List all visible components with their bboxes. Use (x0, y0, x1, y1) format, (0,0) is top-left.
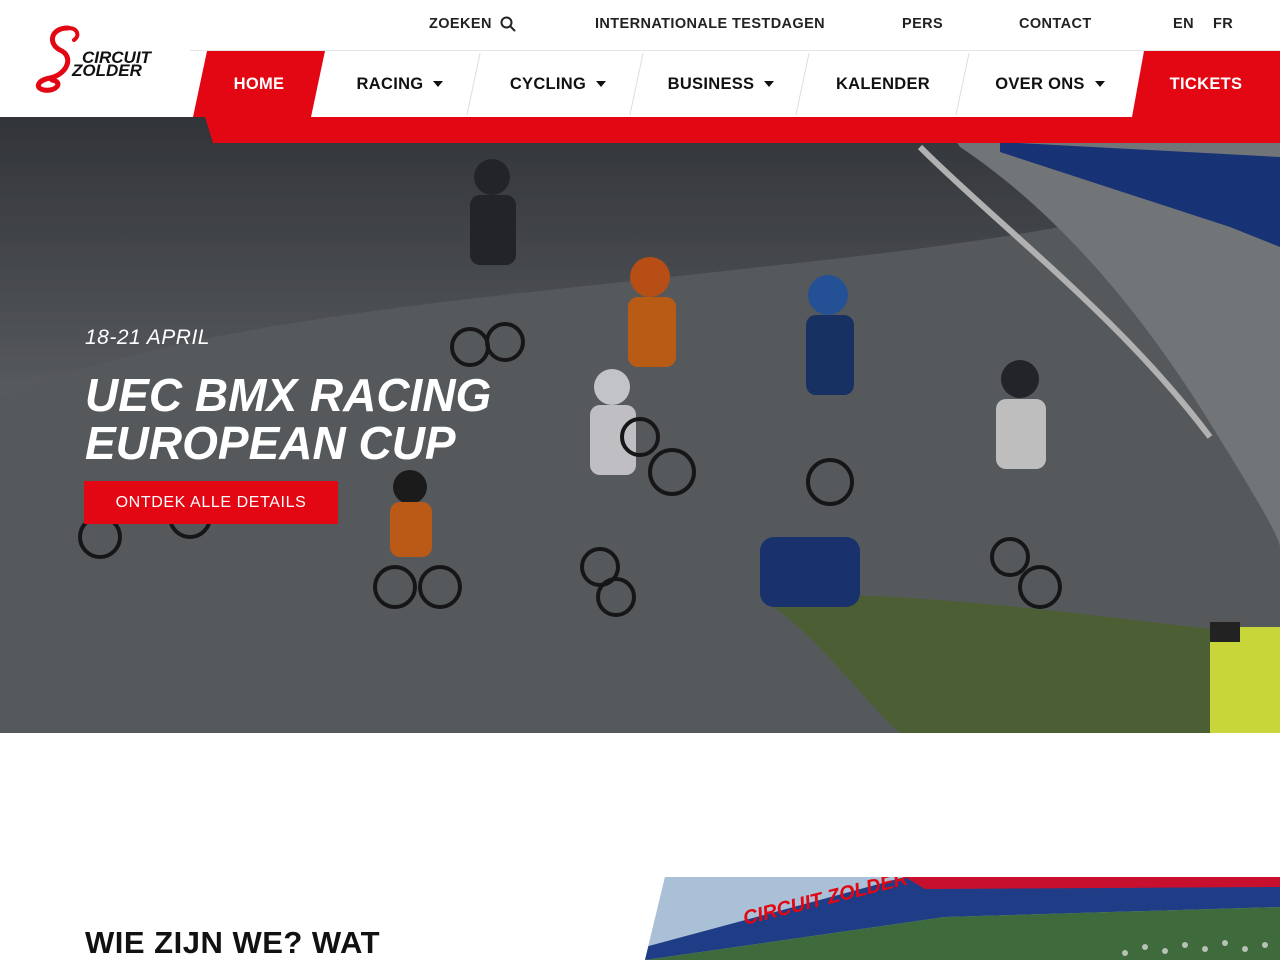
nav-item-home[interactable]: HOME (193, 51, 325, 117)
logo-text-line2: ZOLDER (71, 61, 143, 80)
tickets-button[interactable]: TICKETS (1132, 51, 1280, 117)
nav-item-business[interactable]: BUSINESS (640, 51, 802, 117)
nav-cycling-label: CYCLING (509, 74, 587, 93)
chevron-down-icon (764, 81, 775, 87)
nav-about-label: OVER ONS (995, 74, 1085, 93)
contact-link[interactable]: CONTACT (1019, 16, 1092, 32)
chevron-down-icon (1094, 81, 1105, 87)
site-header: CIRCUIT ZOLDER ZOEKEN INTERNATIONALE TES… (0, 0, 1280, 117)
press-link[interactable]: PERS (902, 16, 943, 32)
nav-item-cycling[interactable]: CYCLING (478, 51, 638, 117)
language-fr[interactable]: FR (1213, 16, 1233, 32)
language-en[interactable]: EN (1173, 16, 1194, 32)
nav-item-racing[interactable]: RACING (325, 51, 475, 117)
header-accent-band (205, 117, 1280, 143)
chevron-down-icon (596, 81, 607, 87)
event-title-line1: UEC BMX RACING (85, 369, 492, 421)
nav-item-calendar[interactable]: KALENDER (806, 51, 960, 117)
event-title: UEC BMX RACING EUROPEAN CUP (85, 371, 605, 467)
chevron-down-icon (433, 81, 444, 87)
search-label: ZOEKEN (429, 16, 492, 32)
search-icon (500, 16, 516, 32)
nav-racing-label: RACING (356, 74, 424, 93)
event-title-line2: EUROPEAN CUP (85, 417, 456, 469)
event-date: 18-21 APRIL (85, 326, 210, 349)
search-link[interactable]: ZOEKEN (429, 16, 516, 32)
nav-calendar-label: KALENDER (835, 74, 931, 93)
discover-details-button[interactable]: ONTDEK ALLE DETAILS (84, 481, 338, 524)
tickets-label: TICKETS (1169, 74, 1243, 93)
utility-nav: ZOEKEN INTERNATIONALE TESTDAGEN PERS CON… (0, 0, 1280, 50)
hero-banner: 18-21 APRIL UEC BMX RACING EUROPEAN CUP … (0, 117, 1280, 733)
nav-item-about[interactable]: OVER ONS (966, 51, 1134, 117)
stadium-photo: CIRCUIT ZOLDER (645, 877, 1280, 960)
main-nav: HOME RACING CYCLING BUSINESS KALENDER OV… (190, 51, 1280, 117)
nav-home-label: HOME (233, 74, 285, 93)
nav-business-label: BUSINESS (667, 74, 755, 93)
about-image: CIRCUIT ZOLDER (645, 877, 1280, 960)
about-heading: WIE ZIJN WE? WAT (85, 925, 381, 960)
testdays-link[interactable]: INTERNATIONALE TESTDAGEN (595, 16, 825, 32)
